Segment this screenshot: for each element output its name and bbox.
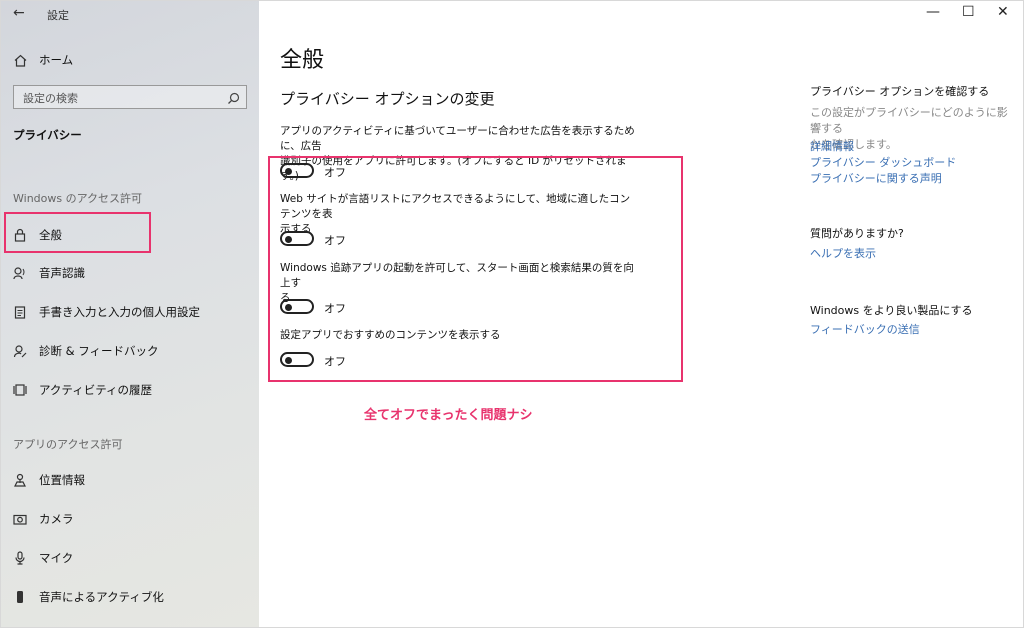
sidebar-item-label: 手書き入力と入力の個人用設定 [39, 305, 200, 319]
sidebar-item-camera[interactable]: カメラ [1, 502, 259, 536]
sidebar-item-label: 音声認識 [39, 266, 85, 280]
voice-activation-icon [13, 590, 27, 604]
section-subtitle: プライバシー オプションの変更 [280, 90, 495, 108]
app-permissions-header: アプリのアクセス許可 [13, 438, 123, 451]
sidebar-item-activity-history[interactable]: アクティビティの履歴 [1, 373, 259, 407]
handwriting-icon [13, 305, 27, 319]
minimize-button[interactable]: — [926, 4, 940, 20]
annotation-note: 全てオフでまったく問題ナシ [364, 408, 533, 423]
windows-permissions-header: Windows のアクセス許可 [13, 192, 143, 205]
page-title: 全般 [280, 48, 325, 73]
sidebar-item-label: 位置情報 [39, 473, 85, 487]
microphone-icon [13, 551, 27, 565]
text-line: この設定がプライバシーにどのように影響する [810, 106, 1008, 135]
description-line: アプリのアクティビティに基づいてユーザーに合わせた広告を表示するために、広告 [280, 125, 635, 152]
privacy-review-heading: プライバシー オプションを確認する [810, 85, 990, 98]
link-send-feedback[interactable]: フィードバックの送信 [810, 322, 920, 338]
sidebar-item-label: 診断 & フィードバック [39, 344, 159, 358]
link-privacy-statement[interactable]: プライバシーに関する声明 [810, 171, 942, 187]
back-arrow-icon[interactable]: ← [13, 5, 25, 21]
app-title: 設定 [47, 9, 69, 22]
sidebar-item-home[interactable]: ホーム [1, 43, 259, 77]
speech-icon [13, 266, 27, 280]
highlight-box-general [4, 212, 151, 253]
title-bar: ← 設定 [1, 1, 259, 29]
highlight-box-options [268, 156, 683, 382]
sidebar-item-location[interactable]: 位置情報 [1, 463, 259, 497]
sidebar-item-speech[interactable]: 音声認識 [1, 256, 259, 290]
maximize-button[interactable]: ☐ [962, 4, 975, 20]
sidebar-item-diagnostics[interactable]: 診断 & フィードバック [1, 334, 259, 368]
sidebar-item-voice-activation[interactable]: 音声によるアクティブ化 [1, 580, 259, 614]
sidebar-item-label: ホーム [39, 53, 74, 67]
sidebar-item-microphone[interactable]: マイク [1, 541, 259, 575]
sidebar-item-handwriting[interactable]: 手書き入力と入力の個人用設定 [1, 295, 259, 329]
home-icon [13, 53, 27, 67]
search-placeholder: 設定の検索 [23, 92, 78, 105]
sidebar-item-label: 音声によるアクティブ化 [39, 590, 164, 604]
link-get-help[interactable]: ヘルプを表示 [810, 246, 876, 262]
section-title: プライバシー [13, 128, 82, 142]
link-more-info[interactable]: 詳細情報 [810, 139, 854, 155]
question-heading: 質問がありますか? [810, 227, 904, 240]
feedback-icon [13, 344, 27, 358]
link-privacy-dashboard[interactable]: プライバシー ダッシュボード [810, 155, 956, 171]
history-icon [13, 383, 27, 397]
camera-icon [13, 512, 27, 526]
search-icon[interactable] [227, 90, 240, 109]
sidebar: ← 設定 ホーム 設定の検索 プライバシー Windows のアクセス許可 全般… [1, 1, 259, 627]
search-input[interactable]: 設定の検索 [13, 85, 247, 109]
sidebar-item-label: カメラ [39, 512, 74, 526]
sidebar-item-label: アクティビティの履歴 [39, 383, 153, 397]
location-icon [13, 473, 27, 487]
close-button[interactable]: ✕ [997, 4, 1009, 20]
improve-windows-heading: Windows をより良い製品にする [810, 304, 973, 317]
sidebar-item-label: マイク [39, 551, 74, 565]
